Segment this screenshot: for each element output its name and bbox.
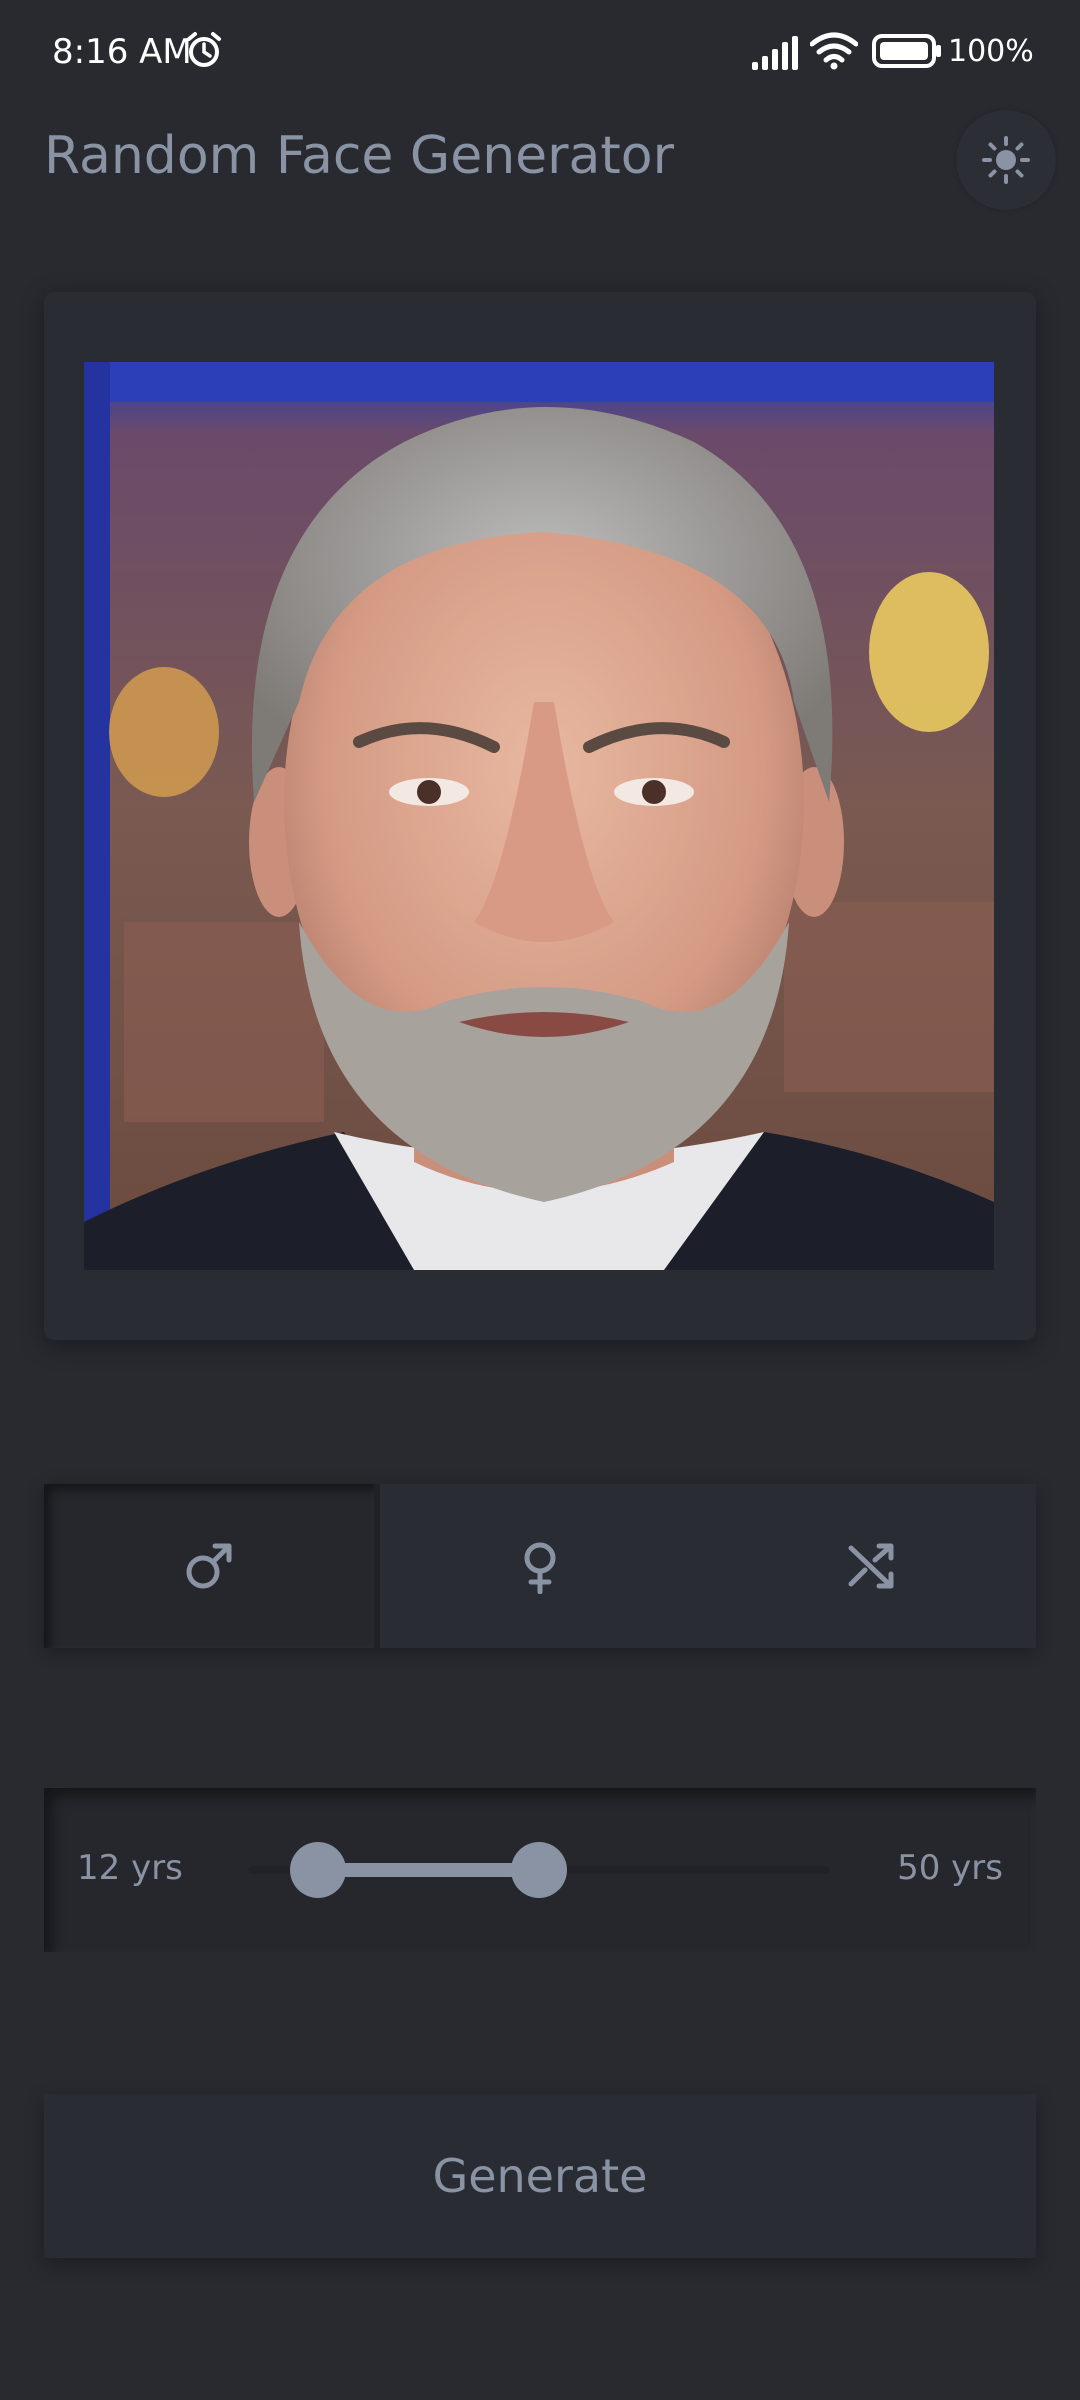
signal-icon (752, 36, 798, 70)
age-slider-thumb-min[interactable] (289, 1842, 346, 1898)
generate-button[interactable]: Generate (44, 2094, 1036, 2258)
gender-option-male[interactable] (44, 1484, 380, 1648)
age-max-label: 50 yrs (897, 1848, 1003, 1888)
page-title: Random Face Generator (44, 126, 674, 186)
battery-icon (872, 34, 941, 68)
age-slider-range (317, 1863, 539, 1877)
battery-percentage: 100% (948, 34, 1034, 69)
age-range-panel: 12 yrs 50 yrs (44, 1788, 1036, 1952)
age-slider-thumb-max[interactable] (511, 1842, 567, 1898)
image-card (44, 292, 1036, 1340)
female-icon (524, 1542, 556, 1594)
status-bar: 8:16 AM 100% (0, 0, 1080, 104)
alarm-icon (187, 32, 221, 67)
gender-option-random[interactable] (706, 1484, 1036, 1648)
male-icon (186, 1543, 232, 1589)
sun-icon (982, 136, 1030, 184)
gender-selector (44, 1484, 1036, 1648)
gender-option-female[interactable] (375, 1484, 705, 1648)
status-time: 8:16 AM (52, 32, 192, 72)
age-slider-track[interactable] (248, 1842, 830, 1898)
theme-toggle-button[interactable] (956, 110, 1056, 210)
generated-face-image (84, 362, 994, 1270)
age-min-label: 12 yrs (77, 1848, 183, 1888)
wifi-icon (810, 32, 858, 70)
shuffle-icon (848, 1543, 894, 1589)
